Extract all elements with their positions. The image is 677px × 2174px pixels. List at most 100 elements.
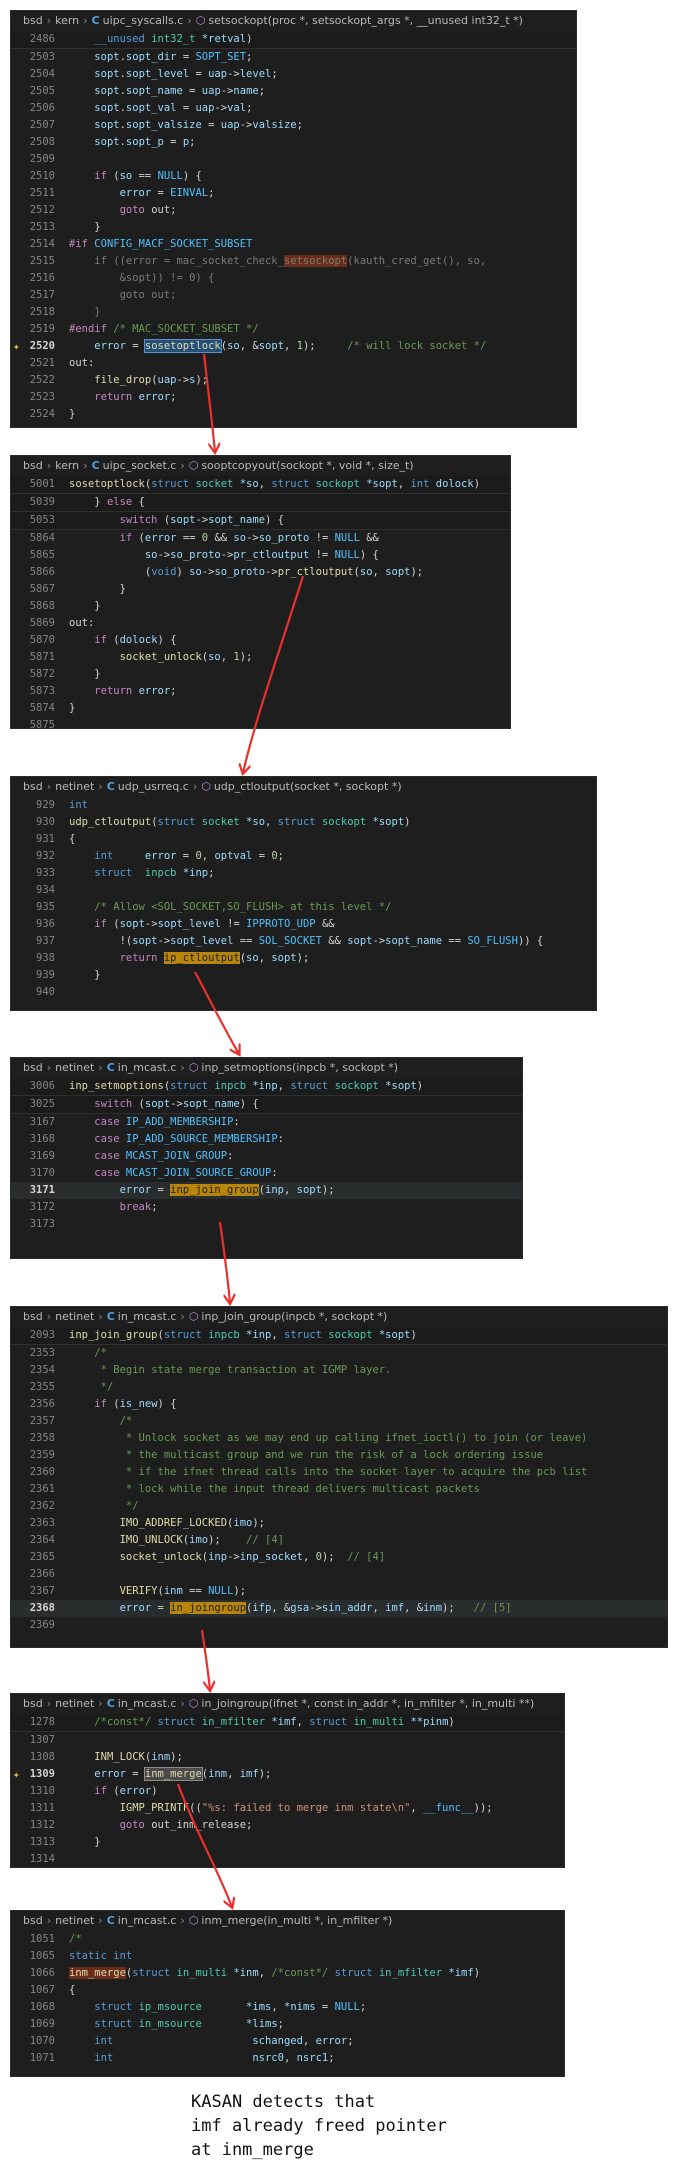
c-file-icon: C <box>106 1697 115 1710</box>
line-number: 2524 <box>29 408 55 420</box>
breadcrumb-item[interactable]: udp_usrreq.c <box>118 780 189 793</box>
line-number: 2513 <box>29 221 55 233</box>
breadcrumb-item[interactable]: bsd <box>23 14 43 27</box>
code-text: if (error == 0 && so->so_proto != NULL &… <box>119 532 379 544</box>
line-number: 5869 <box>29 617 55 629</box>
line-number: 1309 ✦ <box>13 1766 55 1783</box>
code-text: if (so == NULL) { <box>94 170 202 182</box>
line-number: 2361 <box>29 1483 55 1495</box>
line-number: 2514 <box>29 238 55 250</box>
line-number: 2515 <box>29 255 55 267</box>
line-number: 2367 <box>29 1585 55 1597</box>
code-line: 936 if (sopt->sopt_level != IPPROTO_UDP … <box>11 916 596 933</box>
line-number: 5874 <box>29 702 55 714</box>
line-number: 2520 ✦ <box>13 338 55 355</box>
code-line: 2358 * Unlock socket as we may end up ca… <box>11 1430 667 1447</box>
breadcrumb-item[interactable]: kern <box>55 459 79 472</box>
code-text: return error; <box>94 391 177 403</box>
line-number: 2369 <box>29 1619 55 1631</box>
code-line: 1307 <box>11 1732 564 1749</box>
breadcrumb-item[interactable]: netinet <box>55 1310 94 1323</box>
code-line: 2363 IMO_ADDREF_LOCKED(imo); <box>11 1515 667 1532</box>
code-text: sopt.sopt_p = p; <box>94 136 196 148</box>
breadcrumb-item[interactable]: kern <box>55 14 79 27</box>
code-text: if (dolock) { <box>94 634 177 646</box>
breadcrumb: bsd › netinet › Cin_mcast.c › ⬡ inm_merge(in_mu… <box>11 1911 564 1931</box>
code-line: 1070 int schanged, error; <box>11 2033 564 2050</box>
line-number: 1278 <box>29 1716 55 1728</box>
code-line: 3171 error = inp_join_group(inp, sopt); <box>11 1182 522 1199</box>
code-text: } <box>69 583 126 595</box>
code-text: inp_setmoptions(struct inpcb *inp, struc… <box>69 1080 424 1092</box>
code-line: 5053 switch (sopt->sopt_name) { <box>11 512 510 530</box>
code-panel-inm-merge: bsd › netinet › Cin_mcast.c › ⬡ inm_merge(in_mu… <box>11 1911 564 2076</box>
breadcrumb-item[interactable]: udp_ctloutput(socket *, sockopt *) <box>214 780 402 793</box>
line-number: 1051 <box>29 1933 55 1945</box>
breadcrumb-item[interactable]: netinet <box>55 1061 94 1074</box>
line-number: 2512 <box>29 204 55 216</box>
code-line: 2093 inp_join_group(struct inpcb *inp, st… <box>11 1327 667 1345</box>
line-number: 5871 <box>29 651 55 663</box>
breadcrumb-item[interactable]: bsd <box>23 459 43 472</box>
breadcrumb-item[interactable]: bsd <box>23 1061 43 1074</box>
breadcrumb-item[interactable]: in_mcast.c <box>118 1061 177 1074</box>
code-text: __unused int32_t *retval) <box>94 33 253 45</box>
breadcrumb-item[interactable]: in_joingroup(ifnet *, const in_addr *, i… <box>201 1697 534 1710</box>
breadcrumb-item[interactable]: in_mcast.c <box>118 1310 177 1323</box>
code-line: 2518 } <box>11 304 576 321</box>
breadcrumb-item[interactable]: bsd <box>23 1310 43 1323</box>
breadcrumb-item[interactable]: in_mcast.c <box>118 1697 177 1710</box>
code-text: static int <box>69 1950 133 1962</box>
line-number: 1308 <box>29 1751 55 1763</box>
breadcrumb-item[interactable]: sooptcopyout(sockopt *, void *, size_t) <box>201 459 413 472</box>
breadcrumb-item[interactable]: netinet <box>55 1697 94 1710</box>
breadcrumb-item[interactable]: inp_setmoptions(inpcb *, sockopt *) <box>201 1061 398 1074</box>
code-text: case MCAST_JOIN_SOURCE_GROUP: <box>94 1167 278 1179</box>
code-line: 2509 <box>11 151 576 168</box>
code-text: switch (sopt->sopt_name) { <box>119 514 284 526</box>
breadcrumb-item[interactable]: in_mcast.c <box>118 1914 177 1927</box>
line-number: 2511 <box>29 187 55 199</box>
line-number: 931 <box>36 833 55 845</box>
breadcrumb: bsd › netinet › Cin_mcast.c › ⬡ inp_join_group(… <box>11 1307 667 1327</box>
breadcrumb-item[interactable]: uipc_syscalls.c <box>103 14 184 27</box>
breadcrumb-item[interactable]: bsd <box>23 1914 43 1927</box>
code-line: 2519 #endif /* MAC_SOCKET_SUBSET */ <box>11 321 576 338</box>
breadcrumb-item[interactable]: bsd <box>23 780 43 793</box>
code-text: /* Allow <SOL_SOCKET,SO_FLUSH> at this l… <box>94 901 392 913</box>
code-text: int error = 0, optval = 0; <box>94 850 284 862</box>
code-text: */ <box>119 1500 139 1512</box>
code-line: 929 int <box>11 797 596 814</box>
code-text: error = inp_join_group(inp, sopt); <box>119 1184 335 1196</box>
breadcrumb-item[interactable]: uipc_socket.c <box>103 459 177 472</box>
code-line: 1311 IGMP_PRINTF(("%s: failed to merge i… <box>11 1800 564 1817</box>
code-line: 2516 &sopt)) != 0) { <box>11 270 576 287</box>
code-line: 2506 sopt.sopt_val = uap->val; <box>11 100 576 117</box>
breadcrumb-item[interactable]: netinet <box>55 1914 94 1927</box>
sparkle-icon[interactable]: ✦ <box>13 1766 20 1783</box>
breadcrumb-item[interactable]: inm_merge(in_multi *, in_mfilter *) <box>201 1914 392 1927</box>
breadcrumb-item[interactable]: bsd <box>23 1697 43 1710</box>
code-line: 2366 <box>11 1566 667 1583</box>
breadcrumb-item[interactable]: netinet <box>55 780 94 793</box>
sparkle-icon[interactable]: ✦ <box>13 338 20 355</box>
chevron-right-icon: › <box>180 1697 185 1710</box>
breadcrumb-item[interactable]: setsockopt(proc *, setsockopt_args *, __… <box>208 14 523 27</box>
code-text: sopt.sopt_val = uap->val; <box>94 102 253 114</box>
line-number: 2507 <box>29 119 55 131</box>
code-panel-inp-setmoptions: bsd › netinet › Cin_mcast.c › ⬡ inp_setmoptions… <box>11 1058 522 1258</box>
code-line: 2510 if (so == NULL) { <box>11 168 576 185</box>
code-line: 1308 INM_LOCK(inm); <box>11 1749 564 1766</box>
line-number: 1070 <box>29 2035 55 2047</box>
code-line: 1309 ✦ error = inm_merge(inm, imf); <box>11 1766 564 1783</box>
function-cube-icon: ⬡ <box>201 780 211 793</box>
breadcrumb-item[interactable]: inp_join_group(inpcb *, sockopt *) <box>201 1310 387 1323</box>
code-line: 2361 * lock while the input thread deliv… <box>11 1481 667 1498</box>
line-number: 2365 <box>29 1551 55 1563</box>
code-text: } else { <box>69 496 145 508</box>
line-number: 2366 <box>29 1568 55 1580</box>
code-line: 2503 sopt.sopt_dir = SOPT_SET; <box>11 49 576 66</box>
code-text: /* <box>119 1415 133 1427</box>
c-file-icon: C <box>106 1914 115 1927</box>
code-text: INM_LOCK(inm); <box>94 1751 183 1763</box>
